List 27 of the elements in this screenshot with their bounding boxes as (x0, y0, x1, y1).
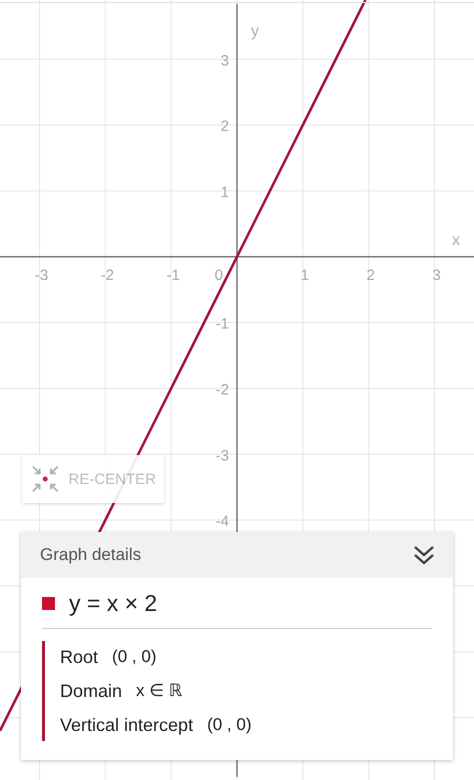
tick-label: -1 (166, 267, 180, 284)
property-value: (0 , 0) (207, 715, 252, 735)
tick-label: -3 (216, 447, 229, 464)
property-value: x ∈ ℝ (136, 681, 182, 701)
property-label: Root (60, 646, 98, 668)
origin-label: 0 (214, 267, 223, 284)
tick-label: 3 (432, 267, 441, 284)
property-label: Vertical intercept (60, 714, 194, 736)
recenter-icon (30, 463, 60, 495)
property-value: (0 , 0) (112, 647, 156, 667)
tick-label: 1 (220, 184, 229, 201)
double-chevron-icon (413, 545, 435, 565)
card-title: Graph details (40, 545, 142, 565)
recenter-button[interactable]: RE-CENTER (22, 455, 164, 503)
tick-label: 2 (220, 118, 229, 136)
tick-label: 1 (300, 267, 309, 284)
equation: y = x × 2 (69, 590, 158, 616)
tick-label: -1 (216, 316, 229, 333)
property-label: Domain (60, 680, 122, 702)
tick-label: -2 (216, 381, 229, 398)
axis-label: x (452, 232, 460, 249)
tick-label: 2 (366, 267, 375, 284)
tick-label: -3 (34, 267, 48, 284)
tick-label: -4 (216, 513, 229, 530)
tick-label: -2 (100, 267, 114, 284)
axis-label: y (251, 23, 259, 40)
tick-label: 3 (220, 52, 229, 70)
